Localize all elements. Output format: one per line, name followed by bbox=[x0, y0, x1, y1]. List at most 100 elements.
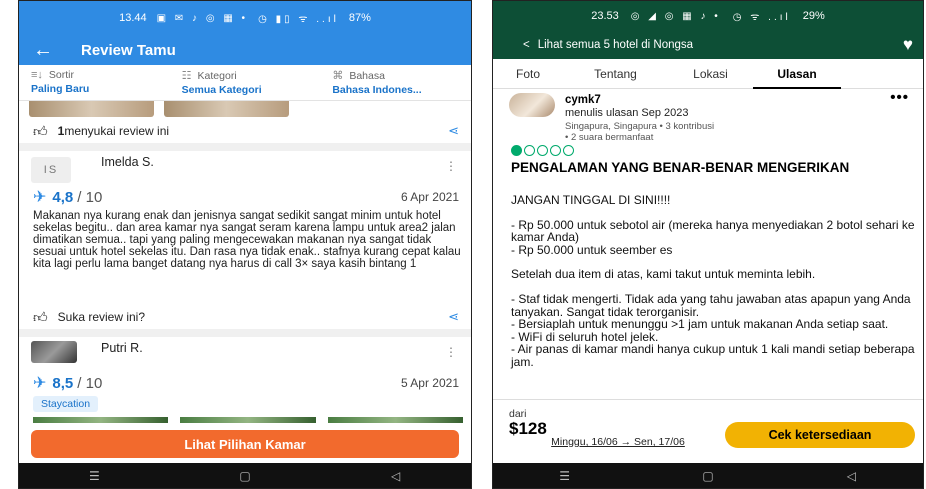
score-bird-icon: ✈︎ bbox=[33, 189, 47, 206]
tab-photos[interactable]: Foto bbox=[493, 59, 563, 88]
thumbs-up-icon[interactable]: 👍︎ bbox=[33, 309, 48, 326]
app-bar: ← Review Tamu bbox=[19, 35, 471, 65]
language-icon: ⌘ bbox=[332, 70, 344, 82]
back-icon[interactable]: ◁ bbox=[821, 469, 881, 483]
tab-reviews[interactable]: Ulasan bbox=[753, 59, 841, 89]
filter-value: Bahasa Indones... bbox=[332, 84, 422, 96]
right-phone-screen: 23.53 ◎ ◢ ◎ ▦ ♪ • ◷ ᯤ ..ıl 29% < Lihat s… bbox=[492, 0, 924, 489]
helpful-votes: • 2 suara bermanfaat bbox=[565, 132, 654, 143]
like-count: 1 bbox=[57, 124, 65, 138]
review-score: 4,8 bbox=[52, 188, 74, 206]
more-options-icon[interactable]: ⋮ bbox=[445, 159, 457, 173]
rating-bubble bbox=[537, 145, 548, 156]
home-icon[interactable]: ▢ bbox=[678, 469, 738, 483]
review-body: JANGAN TINGGAL DI SINI!!!! - Rp 50.000 u… bbox=[511, 194, 917, 381]
status-bar: 13.44 ▣ ✉ ♪ ◎ ▦ • ◷ ▮▯ ᯤ ..ıl 87% bbox=[19, 1, 471, 35]
share-icon[interactable]: ⋖ bbox=[448, 309, 459, 325]
status-time: 13.44 bbox=[119, 12, 147, 24]
view-rooms-button[interactable]: Lihat Pilihan Kamar bbox=[31, 430, 459, 458]
rating-bubble bbox=[563, 145, 574, 156]
back-icon[interactable]: ◁ bbox=[366, 469, 426, 483]
check-availability-button[interactable]: Cek ketersediaan bbox=[725, 422, 915, 448]
review-paragraph: - Rp 50.000 untuk sebotol air (mereka ha… bbox=[511, 217, 915, 257]
divider bbox=[19, 329, 471, 337]
like-prompt: Suka review ini? bbox=[57, 310, 146, 324]
review-text: Makanan nya kurang enak dan jenisnya san… bbox=[33, 210, 461, 270]
back-link[interactable]: Lihat semua 5 hotel di Nongsa bbox=[538, 39, 693, 51]
filter-label: Sortir bbox=[48, 69, 75, 81]
filter-value: Paling Baru bbox=[31, 83, 90, 95]
tab-about[interactable]: Tentang bbox=[563, 59, 668, 88]
review-photos bbox=[29, 101, 289, 117]
system-nav-bar: ☰ ▢ ◁ bbox=[19, 463, 471, 488]
battery-level: 29% bbox=[802, 10, 825, 22]
reviewer-name[interactable]: cymk7 bbox=[565, 94, 601, 106]
share-icon[interactable]: ⋖ bbox=[448, 123, 459, 139]
rating-bubble bbox=[524, 145, 535, 156]
trip-type-badge: Staycation bbox=[33, 396, 99, 412]
recent-apps-icon[interactable]: ☰ bbox=[535, 469, 595, 483]
review-score: 8,5 bbox=[52, 374, 74, 392]
page-title: Review Tamu bbox=[81, 41, 176, 59]
home-icon[interactable]: ▢ bbox=[215, 469, 275, 483]
app-bar: < Lihat semua 5 hotel di Nongsa ♥ bbox=[493, 31, 923, 59]
recent-apps-icon[interactable]: ☰ bbox=[64, 469, 124, 483]
review-paragraph: - Staf tidak mengerti. Tidak ada yang ta… bbox=[511, 291, 915, 369]
status-time: 23.53 bbox=[591, 10, 619, 22]
review-date: 6 Apr 2021 bbox=[400, 190, 459, 204]
reviewer-location: Singapura, Singapura • 3 kontribusi bbox=[565, 121, 715, 132]
more-options-icon[interactable]: ⋮ bbox=[445, 345, 457, 359]
rating-bubbles bbox=[511, 145, 574, 157]
avatar: IS bbox=[31, 157, 71, 183]
system-nav-bar: ☰ ▢ ◁ bbox=[493, 463, 923, 488]
review-photo[interactable] bbox=[29, 101, 154, 117]
filter-bar: ≡↓ Sortir Paling Baru ☷ Kategori Semua Kat… bbox=[19, 65, 471, 101]
filter-label: Bahasa bbox=[349, 69, 385, 82]
filter-label: Kategori bbox=[197, 69, 237, 82]
filter-sort[interactable]: ≡↓ Sortir Paling Baru bbox=[19, 65, 170, 100]
rating-bubble bbox=[550, 145, 561, 156]
reviewer-name: Putri R. bbox=[101, 341, 143, 355]
avatar[interactable] bbox=[509, 93, 555, 117]
sort-icon: ≡↓ bbox=[31, 69, 43, 81]
score-row: ✈︎ 8,5 / 10 5 Apr 2021 bbox=[33, 373, 463, 393]
review-date: 5 Apr 2021 bbox=[400, 376, 459, 390]
back-arrow-icon[interactable]: ← bbox=[33, 39, 63, 62]
category-icon: ☷ bbox=[181, 70, 192, 82]
review-paragraph: Setelah dua item di atas, kami takut unt… bbox=[511, 267, 816, 282]
review-title: PENGALAMAN YANG BENAR-BENAR MENGERIKAN bbox=[511, 160, 850, 175]
tab-location[interactable]: Lokasi bbox=[668, 59, 753, 88]
signal-icons: ◷ ᯤ ..ıl bbox=[732, 12, 791, 23]
review-photo[interactable] bbox=[164, 101, 289, 117]
thumbs-up-icon[interactable]: 👍︎ bbox=[33, 123, 48, 140]
booking-bar: dari $128 Minggu, 16/06 → Sen, 17/06 Cek… bbox=[493, 399, 923, 465]
price: $128 bbox=[509, 419, 547, 438]
heart-icon[interactable]: ♥ bbox=[903, 35, 913, 55]
back-chevron-icon[interactable]: < bbox=[523, 39, 530, 51]
score-max: / 10 bbox=[77, 188, 103, 206]
like-row: 👍︎ 1 menyukai review ini ⋖ bbox=[33, 121, 463, 141]
review-paragraph: JANGAN TINGGAL DI SINI!!!! bbox=[511, 193, 671, 207]
rating-bubble bbox=[511, 145, 522, 156]
battery-level: 87% bbox=[348, 12, 371, 24]
score-row: ✈︎ 4,8 / 10 6 Apr 2021 bbox=[33, 187, 463, 207]
status-bar: 23.53 ◎ ◢ ◎ ▦ ♪ • ◷ ᯤ ..ıl 29% bbox=[493, 1, 923, 31]
filter-category[interactable]: ☷ Kategori Semua Kategori bbox=[170, 65, 321, 100]
like-text: menyukai review ini bbox=[64, 124, 170, 138]
review-card: Putri R. ⋮ ✈︎ 8,5 / 10 5 Apr 2021 Stayca… bbox=[19, 337, 471, 423]
review-card: IS Imelda S. ⋮ ✈︎ 4,8 / 10 6 Apr 2021 Ma… bbox=[19, 151, 471, 333]
like-row: 👍︎ Suka review ini? ⋖ bbox=[33, 307, 463, 327]
signal-icons: ◷ ▮▯ ᯤ ..ıl bbox=[258, 14, 339, 25]
cta-bar: Lihat Pilihan Kamar bbox=[19, 423, 471, 465]
reviewer-name: Imelda S. bbox=[101, 155, 154, 169]
filter-language[interactable]: ⌘ Bahasa Bahasa Indones... bbox=[320, 65, 471, 100]
notification-icons: ▣ ✉ ♪ ◎ ▦ • bbox=[156, 12, 249, 24]
stay-dates[interactable]: Minggu, 16/06 → Sen, 17/06 bbox=[533, 437, 703, 448]
divider bbox=[19, 143, 471, 151]
filter-value: Semua Kategori bbox=[181, 84, 262, 96]
tab-bar: Foto Tentang Lokasi Ulasan bbox=[493, 59, 923, 89]
more-options-icon[interactable]: ••• bbox=[890, 89, 909, 106]
score-bird-icon: ✈︎ bbox=[33, 375, 47, 392]
review-written-date: menulis ulasan Sep 2023 bbox=[565, 107, 689, 119]
score-max: / 10 bbox=[77, 374, 103, 392]
